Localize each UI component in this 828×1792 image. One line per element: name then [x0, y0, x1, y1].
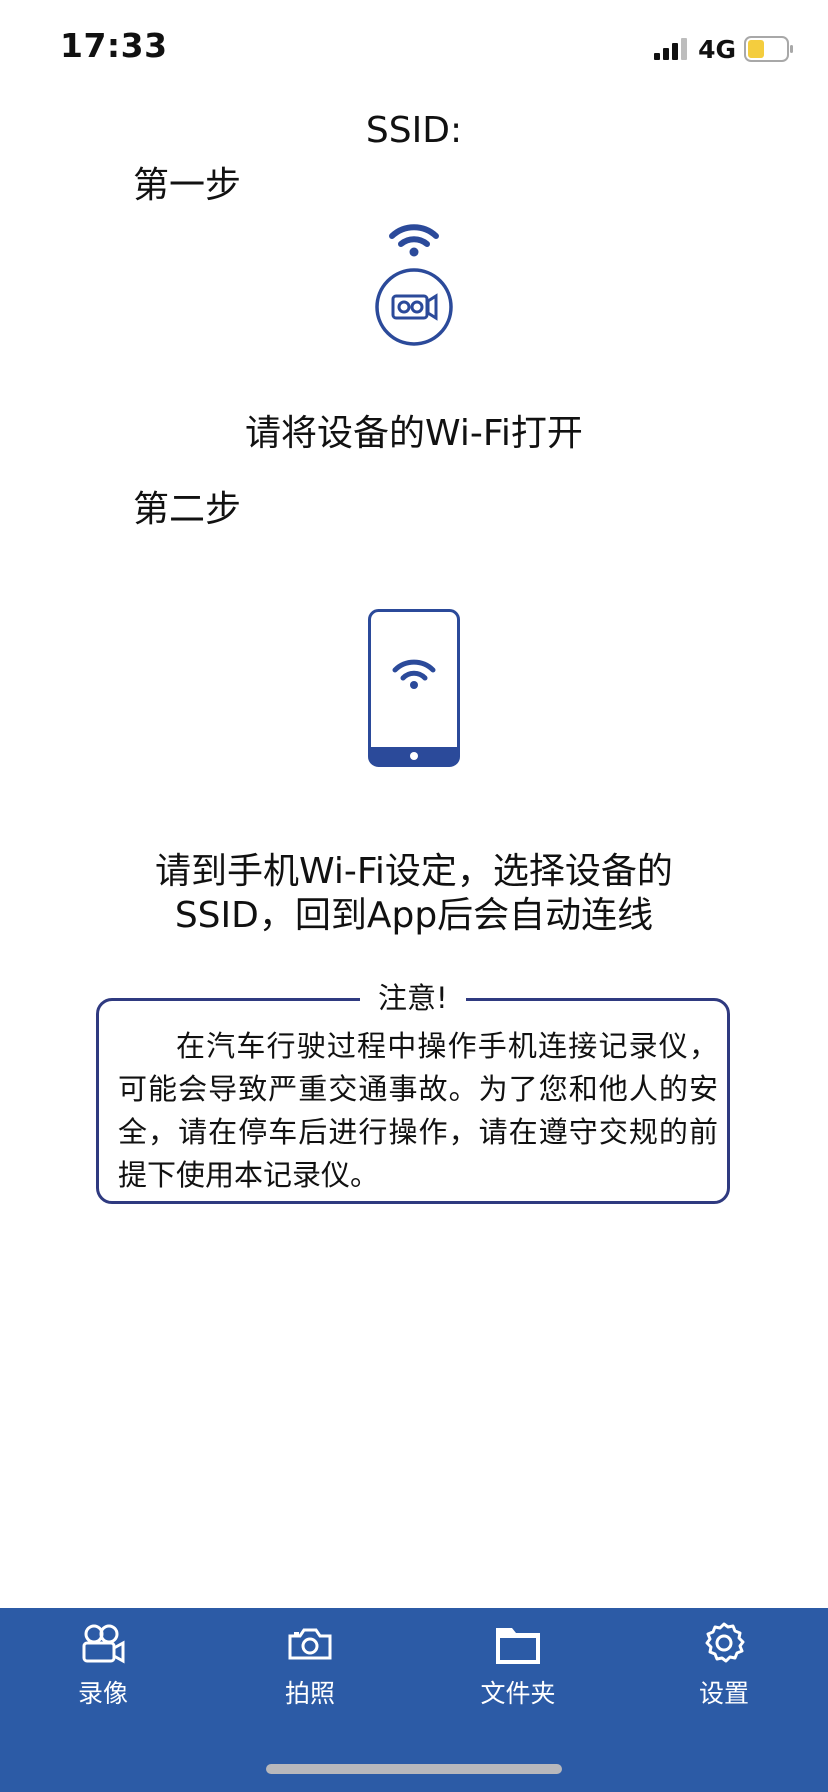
tab-folder[interactable]: 文件夹 [448, 1620, 588, 1710]
tab-record[interactable]: 录像 [33, 1620, 173, 1710]
tab-photo[interactable]: 拍照 [240, 1620, 380, 1710]
signal-icon [654, 38, 688, 60]
step2-instruction-line1: 请到手机Wi-Fi设定，选择设备的 [155, 851, 673, 892]
camera-icon [288, 1628, 332, 1660]
tab-settings[interactable]: 设置 [654, 1620, 794, 1710]
step1-label: 第一步 [133, 165, 242, 206]
phone-wifi-icon [368, 609, 460, 767]
folder-icon [496, 1628, 540, 1664]
tab-record-label: 录像 [77, 1679, 128, 1708]
tab-settings-label: 设置 [698, 1679, 749, 1708]
wifi-camera-icon [375, 224, 453, 346]
tab-folder-label: 文件夹 [480, 1679, 556, 1708]
step2-label: 第二步 [133, 489, 242, 530]
gear-icon [705, 1622, 745, 1663]
step1-instruction: 请将设备的Wi-Fi打开 [245, 413, 583, 454]
tab-photo-label: 拍照 [284, 1679, 335, 1708]
status-indicators: 4G [654, 32, 794, 66]
network-type-label: 4G [698, 34, 736, 64]
ssid-label: SSID: [365, 110, 463, 151]
home-indicator[interactable] [266, 1764, 562, 1774]
battery-icon [744, 36, 793, 62]
step2-instruction-line2: SSID，回到App后会自动连线 [174, 895, 654, 936]
notice-title: 注意! [360, 978, 466, 1018]
notice-body: 在汽车行驶过程中操作手机连接记录仪，可能会导致严重交通事故。为了您和他人的安全，… [118, 1029, 718, 1192]
video-camera-icon [82, 1624, 125, 1664]
status-time: 17:33 [60, 26, 168, 65]
